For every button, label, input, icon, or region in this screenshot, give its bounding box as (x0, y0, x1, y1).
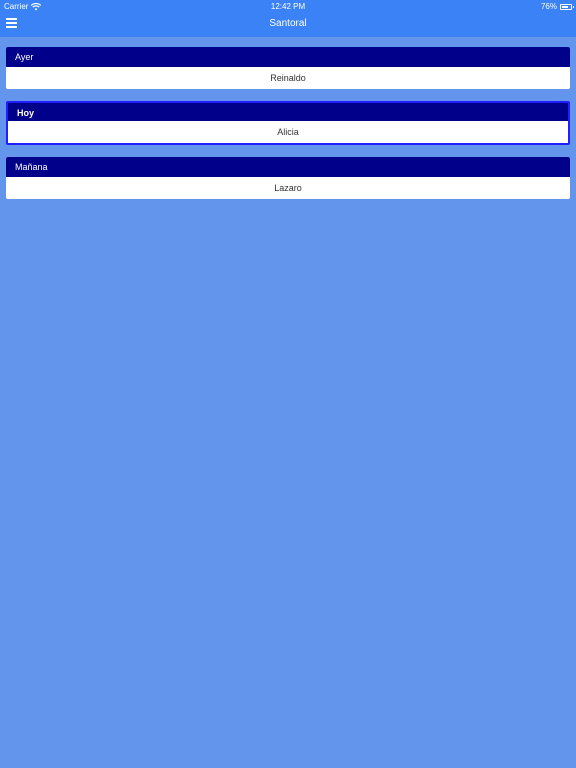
day-card-manana[interactable]: Mañana Lazaro (6, 157, 570, 199)
saint-name: Lazaro (274, 183, 302, 193)
battery-percent: 76% (540, 2, 557, 11)
day-card-label: Mañana (6, 157, 570, 177)
day-card-ayer[interactable]: Ayer Reinaldo (6, 47, 570, 89)
battery-level-fill (562, 5, 569, 8)
battery-indicator: 76% (540, 2, 574, 11)
status-time: 12:42 PM (270, 2, 306, 11)
status-bar: Carrier 12:42 PM 76% (0, 0, 576, 12)
battery-icon (560, 3, 574, 10)
day-card-label: Ayer (6, 47, 570, 67)
saint-name: Alicia (277, 127, 299, 137)
page-title: Santoral (269, 18, 307, 29)
top-bar: Carrier 12:42 PM 76% Santoral (0, 0, 576, 37)
day-card-hoy[interactable]: Hoy Alicia (6, 101, 570, 145)
saint-name: Reinaldo (270, 73, 306, 83)
day-card-label: Hoy (8, 103, 568, 121)
navigation-bar: Santoral (0, 12, 576, 37)
